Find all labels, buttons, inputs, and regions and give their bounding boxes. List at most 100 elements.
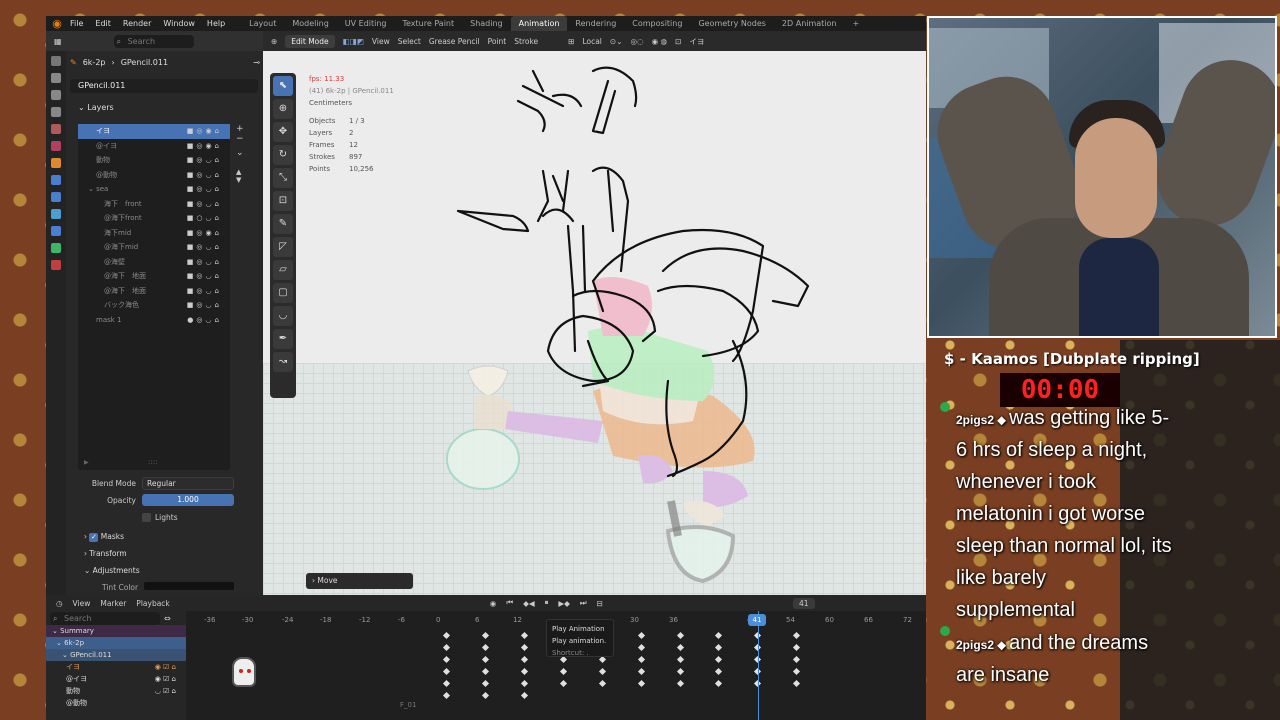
tab-modeling[interactable]: Modeling: [284, 16, 336, 31]
layer-row[interactable]: 海下mid ■◎◉⌂: [78, 226, 230, 241]
layer-flags-icon[interactable]: ■◎◉⌂: [187, 139, 222, 154]
move-layer-up-icon[interactable]: ▲: [236, 168, 248, 176]
keyframe[interactable]: [442, 691, 451, 700]
keyframe[interactable]: [442, 655, 451, 664]
layer-row[interactable]: @海下 地面 ■◎◡⌂: [78, 269, 230, 284]
keyframe[interactable]: [481, 679, 490, 688]
layer-row[interactable]: @海下mid ■◎◡⌂: [78, 240, 230, 255]
select-mode-icons[interactable]: ◧◨◩: [343, 37, 364, 46]
scene-tab-icon[interactable]: [51, 124, 61, 134]
layer-flags-icon[interactable]: ■◎◡⌂: [187, 182, 222, 197]
keyframe[interactable]: [676, 631, 685, 640]
layer-row[interactable]: @イヨ ■◎◉⌂: [78, 139, 230, 154]
tab-compositing[interactable]: Compositing: [624, 16, 690, 31]
list-expand-icon[interactable]: ▶: [84, 459, 89, 466]
tint-color-swatch[interactable]: [144, 582, 235, 590]
extrude-tool-icon[interactable]: ◡: [273, 306, 293, 326]
rotate-tool-icon[interactable]: ↻: [273, 145, 293, 165]
remove-layer-icon[interactable]: −: [236, 134, 248, 144]
channel-layer[interactable]: @動物: [46, 697, 186, 709]
output-tab-icon[interactable]: [51, 90, 61, 100]
layer-filter-select[interactable]: イヨ: [689, 36, 704, 47]
add-workspace-icon[interactable]: +: [845, 16, 868, 31]
menu-view[interactable]: View: [73, 599, 91, 608]
auto-keying-icon[interactable]: ⊟: [597, 599, 603, 608]
channel-search-input[interactable]: Search: [50, 611, 160, 625]
world-tab-icon[interactable]: [51, 141, 61, 151]
jump-end-icon[interactable]: ⏭: [580, 598, 587, 608]
keyframe[interactable]: [792, 655, 801, 664]
operator-panel[interactable]: › Move: [306, 573, 413, 589]
radius-tool-icon[interactable]: ✒: [273, 329, 293, 349]
snap-icon[interactable]: ⊙⌄: [610, 37, 623, 46]
layer-flags-icon[interactable]: ■◎◡⌂: [187, 153, 222, 168]
blend-mode-select[interactable]: Regular: [142, 476, 234, 490]
properties-search-input[interactable]: Search: [113, 34, 194, 48]
keyframe[interactable]: [559, 667, 568, 676]
lights-checkbox[interactable]: [142, 512, 151, 522]
editor-type-icon[interactable]: ▦: [54, 37, 62, 46]
proportional-edit-icon[interactable]: ◎◌: [630, 37, 643, 46]
layer-flags-icon[interactable]: ■◎◡⌂: [187, 240, 222, 255]
keyframe[interactable]: [559, 679, 568, 688]
tab-texture-paint[interactable]: Texture Paint: [395, 16, 463, 31]
layer-flags-icon[interactable]: ●◎◡⌂: [187, 313, 222, 328]
cursor-tool-icon[interactable]: ⊕: [273, 99, 293, 119]
dopesheet[interactable]: Search ⇔ ⌄ Summary ⌄ 6k-2p ⌄ GPencil.011…: [46, 611, 926, 720]
menu-file[interactable]: File: [64, 16, 89, 31]
keyframe[interactable]: [676, 667, 685, 676]
layer-list[interactable]: イヨ ■◎◉⌂ @イヨ ■◎◉⌂ 動物 ■◎◡⌂ @動物 ■◎◡⌂ ⌄ sea ■◎◡⌂ …: [78, 124, 230, 470]
layer-flags-icon[interactable]: ■○◡⌂: [187, 211, 222, 226]
keyframe[interactable]: [481, 655, 490, 664]
transform-orientation-icon[interactable]: ⊞: [568, 37, 574, 46]
to-sphere-tool-icon[interactable]: ▢: [273, 283, 293, 303]
menu-help[interactable]: Help: [201, 16, 231, 31]
select-tool-icon[interactable]: ⬉: [273, 76, 293, 96]
keyframe[interactable]: [714, 679, 723, 688]
layer-flags-icon[interactable]: ■◎◉⌂: [187, 124, 222, 139]
data-tab-icon[interactable]: [51, 243, 61, 253]
keyframe[interactable]: [714, 667, 723, 676]
keyframe[interactable]: [714, 655, 723, 664]
layer-group-row[interactable]: ⌄ sea ■◎◡⌂: [78, 182, 230, 197]
view-layer-tab-icon[interactable]: [51, 107, 61, 117]
editor-type-icon[interactable]: ◷: [56, 599, 63, 608]
layer-flags-icon[interactable]: ■◎◡⌂: [187, 284, 222, 299]
layer-row[interactable]: イヨ ■◎◉⌂: [78, 124, 230, 139]
menu-grease-pencil[interactable]: Grease Pencil: [429, 37, 480, 46]
keyframe[interactable]: [637, 667, 646, 676]
interpolate-tool-icon[interactable]: ↝: [273, 352, 293, 372]
shear-tool-icon[interactable]: ▱: [273, 260, 293, 280]
keyframe[interactable]: [676, 679, 685, 688]
tab-rendering[interactable]: Rendering: [567, 16, 624, 31]
layer-specials-icon[interactable]: ⌄: [236, 148, 248, 158]
keyframe[interactable]: [520, 655, 529, 664]
move-layer-down-icon[interactable]: ▼: [236, 176, 248, 184]
layer-row[interactable]: @海下 地面 ■◎◡⌂: [78, 284, 230, 299]
material-tab-icon[interactable]: [51, 260, 61, 270]
fx-tab-icon[interactable]: [51, 192, 61, 202]
channel-summary[interactable]: ⌄ Summary: [46, 625, 186, 637]
playhead-frame-label[interactable]: 41: [748, 614, 766, 626]
data-name-field[interactable]: GPencil.011: [70, 79, 258, 93]
tab-layout[interactable]: Layout: [241, 16, 284, 31]
bend-tool-icon[interactable]: ◸: [273, 237, 293, 257]
keyframe[interactable]: [481, 631, 490, 640]
keyframe[interactable]: [481, 691, 490, 700]
keyframe[interactable]: [442, 631, 451, 640]
tool-tab-icon[interactable]: [51, 56, 61, 66]
menu-playback[interactable]: Playback: [136, 599, 169, 608]
overlay-icons[interactable]: ◉ ◍: [652, 37, 667, 46]
playhead[interactable]: [758, 611, 759, 720]
channel-layer[interactable]: イヨ ◉ ☑ ⌂: [46, 661, 186, 673]
menu-point[interactable]: Point: [488, 37, 507, 46]
list-resize-handle[interactable]: ::::: [148, 458, 157, 466]
layer-row[interactable]: 動物 ■◎◡⌂: [78, 153, 230, 168]
channel-layer[interactable]: 動物 ◡ ☑ ⌂: [46, 685, 186, 697]
annotate-tool-icon[interactable]: ✎: [273, 214, 293, 234]
keyframe[interactable]: [714, 643, 723, 652]
layer-flags-icon[interactable]: ■◎◡⌂: [187, 168, 222, 183]
transform-tool-icon[interactable]: ⊡: [273, 191, 293, 211]
layer-filter-icon[interactable]: ⊡: [675, 37, 681, 46]
tab-animation[interactable]: Animation: [510, 16, 568, 31]
